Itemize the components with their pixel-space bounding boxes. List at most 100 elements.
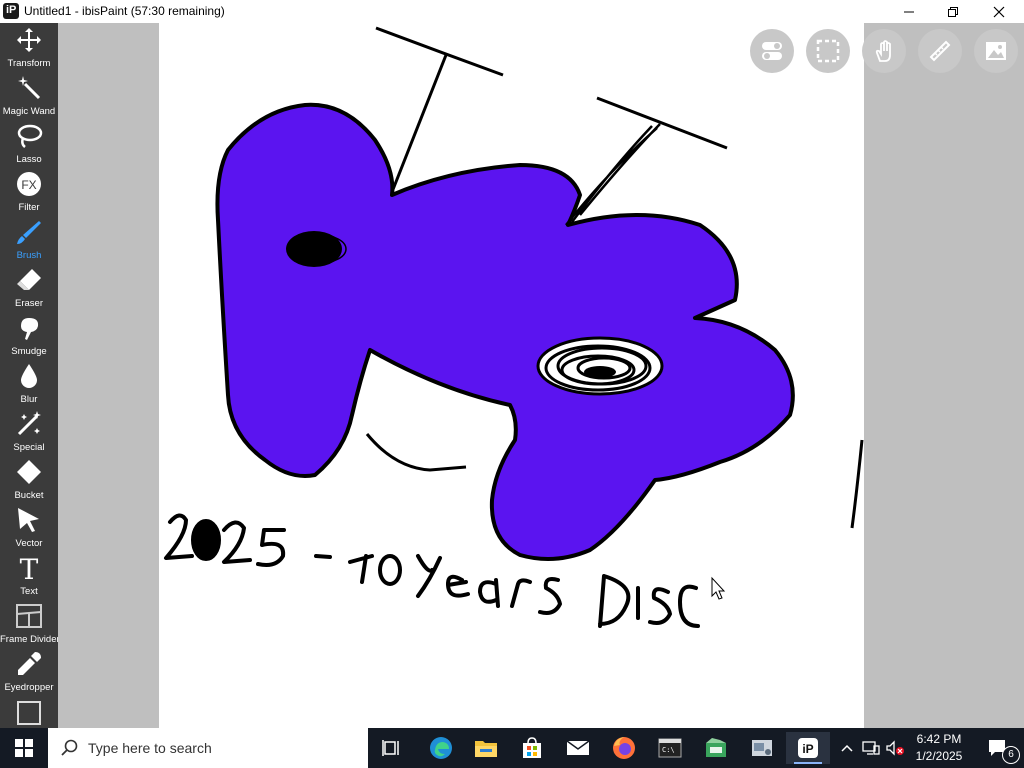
taskbar-store[interactable] xyxy=(510,732,554,764)
tool-lasso[interactable]: Lasso xyxy=(0,119,58,167)
close-button[interactable] xyxy=(976,0,1022,23)
selection-icon xyxy=(816,39,840,63)
cursor-icon xyxy=(18,508,39,532)
svg-text:C:\: C:\ xyxy=(662,746,675,754)
tool-smudge[interactable]: Smudge xyxy=(0,311,58,359)
tool-bucket[interactable]: Bucket xyxy=(0,455,58,503)
tool-vector[interactable]: Vector xyxy=(0,503,58,551)
active-app-indicator xyxy=(794,762,822,764)
tool-label: Lasso xyxy=(16,154,42,165)
chevron-up-icon xyxy=(841,744,853,752)
ruler-icon xyxy=(929,40,951,62)
tool-special[interactable]: Special xyxy=(0,407,58,455)
ibispaint-icon: iP xyxy=(798,738,818,758)
tool-transform[interactable]: Transform xyxy=(0,23,58,71)
tool-eyedropper[interactable]: Eyedropper xyxy=(0,647,58,695)
tool-eraser[interactable]: Eraser xyxy=(0,263,58,311)
mouth-line xyxy=(365,433,467,472)
network-button[interactable] xyxy=(860,732,882,764)
magic-wand-icon xyxy=(18,76,41,100)
brush-icon xyxy=(17,221,41,244)
text-icon: T xyxy=(20,554,39,582)
ibispaint-app-icon: iP xyxy=(3,3,19,19)
minimize-icon xyxy=(904,11,914,12)
tool-label: Magic Wand xyxy=(2,106,56,117)
show-hidden-icons-button[interactable] xyxy=(838,732,856,764)
tool-label: Text xyxy=(20,586,38,597)
antenna-right-top xyxy=(596,96,728,150)
notifications-button[interactable]: 6 xyxy=(978,732,1020,764)
bucket-icon xyxy=(17,460,41,484)
search-icon xyxy=(61,739,78,756)
taskbar-search[interactable]: Type here to search xyxy=(48,728,368,768)
ruler-button[interactable] xyxy=(918,29,962,73)
special-icon xyxy=(17,411,41,436)
image-icon xyxy=(986,42,1006,60)
tool-label: Vector xyxy=(15,538,43,549)
minimize-button[interactable] xyxy=(886,0,932,23)
restore-icon xyxy=(948,6,958,17)
antenna-left xyxy=(390,54,448,193)
tool-label: Bucket xyxy=(14,490,44,501)
volume-muted-icon xyxy=(886,740,904,756)
tool-label: Transform xyxy=(7,58,51,69)
text-glyph: T xyxy=(20,554,39,582)
volume-button[interactable] xyxy=(884,732,906,764)
drop-icon xyxy=(21,364,37,388)
move-arrows-icon xyxy=(17,28,41,52)
store-bag-icon xyxy=(523,737,541,758)
edge-stroke xyxy=(850,439,864,529)
tool-label: Eyedropper xyxy=(4,682,54,693)
taskbar-app-gray[interactable] xyxy=(740,732,784,764)
hand-icon xyxy=(875,40,891,62)
tool-blur[interactable]: Blur xyxy=(0,359,58,407)
selection-button[interactable] xyxy=(806,29,850,73)
firefox-icon xyxy=(613,737,635,759)
tool-filter[interactable]: FX Filter xyxy=(0,167,58,215)
start-button[interactable] xyxy=(0,728,48,768)
tool-panel: Transform Magic Wand Lasso FX Filter Bru… xyxy=(0,23,60,728)
lasso-icon xyxy=(17,124,43,148)
taskbar-edge[interactable] xyxy=(419,732,463,764)
drawing-artwork xyxy=(164,26,864,628)
taskbar-terminal[interactable]: C:\ xyxy=(648,732,692,764)
edge-browser-icon xyxy=(430,737,452,759)
tool-label: Brush xyxy=(16,250,42,261)
taskbar-ibispaint[interactable]: iP xyxy=(786,732,830,764)
handwritten-text xyxy=(164,513,700,628)
taskbar-mail[interactable] xyxy=(556,732,600,764)
fx-glyph: FX xyxy=(21,178,36,192)
app-icon-glyph: iP xyxy=(6,4,17,16)
taskbar-date[interactable]: 1/2/2025 xyxy=(910,749,968,763)
network-icon xyxy=(862,741,880,755)
toggle-icon xyxy=(762,42,782,60)
search-placeholder: Type here to search xyxy=(88,740,212,756)
task-view-button[interactable] xyxy=(370,732,414,764)
taskbar-file-explorer[interactable] xyxy=(464,732,508,764)
tool-label: Eraser xyxy=(15,298,43,309)
antenna-right xyxy=(565,123,661,226)
tool-label: Frame Divider xyxy=(0,634,60,645)
taskbar: Type here to search C:\ iP 6:42 PM 1/2/2… xyxy=(0,728,1024,768)
ibispaint-glyph: iP xyxy=(802,742,813,756)
toggle-panel-button[interactable] xyxy=(750,29,794,73)
tool-brush[interactable]: Brush xyxy=(0,215,58,263)
canvas-icon xyxy=(17,701,41,725)
control-panel-icon xyxy=(752,740,772,756)
drawing-canvas[interactable] xyxy=(159,23,864,728)
taskbar-time[interactable]: 6:42 PM xyxy=(910,732,968,746)
tool-label: Special xyxy=(13,442,45,453)
hand-button[interactable] xyxy=(862,29,906,73)
restore-button[interactable] xyxy=(930,0,976,23)
folder-icon xyxy=(475,741,497,757)
tool-label: Blur xyxy=(20,394,38,405)
reference-image-button[interactable] xyxy=(974,29,1018,73)
taskbar-app-green[interactable] xyxy=(694,732,738,764)
close-icon xyxy=(993,6,1005,17)
workspace-left xyxy=(58,23,159,728)
tool-text[interactable]: T Text xyxy=(0,551,58,599)
tool-frame-divider[interactable]: Frame Divider xyxy=(0,599,60,647)
tool-magic-wand[interactable]: Magic Wand xyxy=(0,71,58,119)
taskbar-firefox[interactable] xyxy=(602,732,646,764)
windows-logo-icon xyxy=(15,739,33,757)
